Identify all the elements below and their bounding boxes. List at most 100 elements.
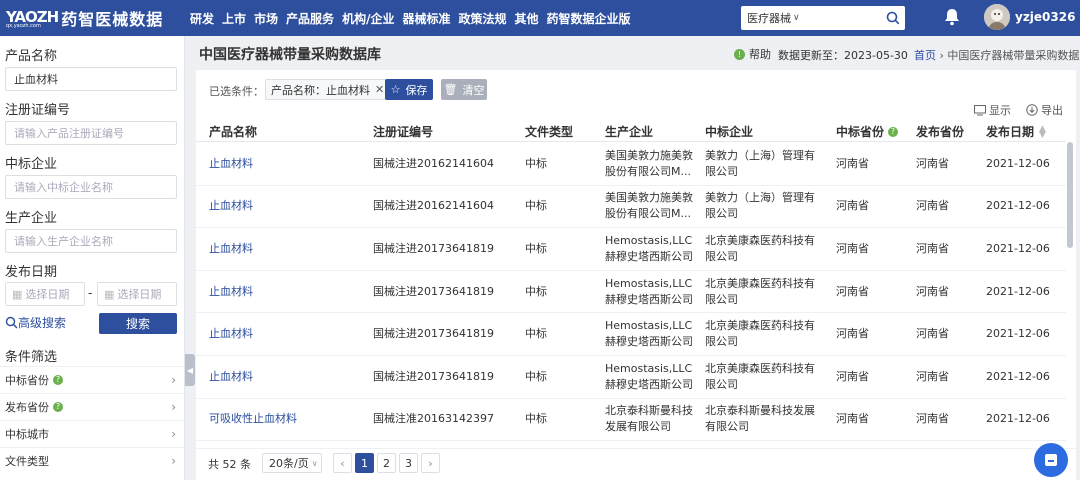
cell-date: 2021-12-06 <box>986 199 1050 213</box>
cell-maker: 美国美敦力施美敦股份有限公司M... <box>605 191 693 221</box>
nav-product-service[interactable]: 产品服务 <box>286 10 334 27</box>
product-name-label: 产品名称 <box>5 49 58 64</box>
date-end-placeholder: 选择日期 <box>117 288 162 301</box>
search-icon[interactable] <box>881 6 905 30</box>
cell-maker: Hemostasis,LLC 赫穆史塔西斯公司 <box>605 233 693 263</box>
cell-bid-province: 河南省 <box>836 199 869 213</box>
nav-market[interactable]: 市场 <box>254 10 278 27</box>
chevron-right-icon: › <box>171 372 176 387</box>
help-label: 帮助 <box>749 48 771 61</box>
next-page-button[interactable]: › <box>421 453 440 473</box>
scrollbar-thumb[interactable] <box>1067 142 1073 248</box>
chat-button[interactable] <box>1034 443 1068 477</box>
cell-file-type: 中标 <box>525 369 547 383</box>
table-row[interactable]: 止血材料 国械注进20173641819 中标 Hemostasis,LLC 赫穆史塔… <box>196 313 1066 356</box>
cell-reg-no: 国械注进20173641819 <box>373 327 494 341</box>
global-search[interactable]: 医疗器械 ∨ <box>741 6 905 30</box>
cell-bid-province: 河南省 <box>836 369 869 383</box>
maker-input[interactable]: 请输入生产企业名称 <box>5 229 177 253</box>
cell-product[interactable]: 止血材料 <box>209 143 359 185</box>
chat-icon <box>1045 454 1057 466</box>
breadcrumb-home[interactable]: 首页 <box>914 49 936 62</box>
date-end-input[interactable]: ▦ 选择日期 <box>97 282 177 306</box>
page-size-select[interactable]: 20条/页 ∨ <box>262 453 322 473</box>
cell-product[interactable]: 可吸收性止血材料 <box>209 399 359 441</box>
help-icon[interactable]: ? <box>53 374 63 385</box>
col-header-maker: 生产企业 <box>605 125 654 139</box>
help-link[interactable]: ! 帮助 <box>734 46 771 62</box>
cell-product[interactable]: 止血材料 <box>209 356 359 398</box>
filter-file-type[interactable]: 文件类型 › <box>0 447 184 473</box>
nav-launch[interactable]: 上市 <box>222 10 246 27</box>
page-button[interactable]: 1 <box>355 453 374 473</box>
cell-file-type: 中标 <box>525 241 547 255</box>
col-header-winner: 中标企业 <box>705 125 754 139</box>
filter-bid-province[interactable]: 中标省份? › <box>0 366 184 392</box>
search-button[interactable]: 搜索 <box>99 313 177 334</box>
selected-conditions-label: 已选条件： <box>209 85 264 98</box>
page-size-label: 20条/页 <box>269 457 309 470</box>
bell-icon[interactable] <box>944 8 960 29</box>
col-header-publish-province: 发布省份 <box>916 125 965 139</box>
clear-button[interactable]: 🗑 清空 <box>441 79 487 100</box>
nav-other[interactable]: 其他 <box>514 10 538 27</box>
page-button[interactable]: 3 <box>399 453 418 473</box>
export-icon <box>1026 104 1038 116</box>
user-menu[interactable]: yzje0326 ▾ <box>984 4 1080 30</box>
nav-institution[interactable]: 机构/企业 <box>342 10 394 27</box>
maker-label: 生产企业 <box>5 211 58 226</box>
date-start-input[interactable]: ▦ 选择日期 <box>5 282 85 306</box>
pagination-bar: 共 52 条 20条/页 ∨ ‹ 1 2 3 › <box>196 448 1076 480</box>
advanced-search-link[interactable]: 高级搜索 <box>5 314 66 331</box>
cell-product[interactable]: 止血材料 <box>209 313 359 355</box>
table-row[interactable]: 止血材料 国械注进20162141604 中标 美国美敦力施美敦股份有限公司M... 美… <box>196 143 1066 186</box>
nav-device-standard[interactable]: 器械标准 <box>402 10 450 27</box>
table-row[interactable]: 止血材料 国械注进20173641819 中标 Hemostasis,LLC 赫穆史塔… <box>196 271 1066 314</box>
help-icon[interactable]: ? <box>53 401 63 412</box>
table-row[interactable]: 可吸收性止血材料 国械注准20163142397 中标 北京泰科斯曼科技发展有限公司北… <box>196 399 1066 442</box>
cell-reg-no: 国械注进20173641819 <box>373 241 494 255</box>
export-label: 导出 <box>1041 104 1063 117</box>
page-button[interactable]: 2 <box>377 453 396 473</box>
table-row[interactable]: 止血材料 国械注进20173641819 中标 Hemostasis,LLC 赫穆史塔… <box>196 356 1066 399</box>
cell-product[interactable]: 止血材料 <box>209 271 359 313</box>
sidebar-collapse-handle[interactable]: ◀ <box>185 354 195 386</box>
cell-winner: 美敦力（上海）管理有限公司 <box>705 148 815 178</box>
filter-label: 发布省份 <box>5 400 49 414</box>
product-name-input[interactable]: 止血材料 <box>5 67 177 91</box>
winner-input[interactable]: 请输入中标企业名称 <box>5 175 177 199</box>
help-icon[interactable]: ? <box>888 126 899 137</box>
username: yzje0326 <box>1015 10 1076 24</box>
chevron-down-icon: ∨ <box>311 458 318 468</box>
cell-product[interactable]: 止血材料 <box>209 186 359 228</box>
brand-name: 药智医械数据 <box>61 10 164 29</box>
sort-icon[interactable]: ▲ ▼ <box>1039 124 1046 139</box>
table-row[interactable]: 止血材料 国械注进20173641819 中标 Hemostasis,LLC 赫穆史塔… <box>196 228 1066 271</box>
filter-title: 条件筛选 <box>5 350 58 365</box>
display-label: 显示 <box>989 104 1011 117</box>
export-button[interactable]: 导出 <box>1026 102 1063 118</box>
nav-research[interactable]: 研发 <box>190 10 214 27</box>
cell-bid-province: 河南省 <box>836 284 869 298</box>
chevron-left-icon: ◀ <box>186 365 194 375</box>
cell-product[interactable]: 止血材料 <box>209 228 359 270</box>
save-button[interactable]: ☆ 保存 <box>385 79 433 100</box>
col-header-date[interactable]: 发布日期 ▲ ▼ <box>986 123 1046 140</box>
cell-file-type: 中标 <box>525 199 547 213</box>
search-category-select[interactable]: 医疗器械 ∨ <box>741 10 881 26</box>
winner-label: 中标企业 <box>5 157 58 172</box>
nav-enterprise[interactable]: 药智数据企业版 <box>547 10 631 27</box>
display-button[interactable]: 显示 <box>974 102 1011 118</box>
filter-label: 中标省份 <box>5 373 49 387</box>
chevron-right-icon: › <box>171 399 176 414</box>
table-row[interactable]: 止血材料 国械注进20162141604 中标 美国美敦力施美敦股份有限公司M... 美… <box>196 186 1066 229</box>
reg-no-input[interactable]: 请输入产品注册证编号 <box>5 121 177 145</box>
close-icon[interactable]: ✕ <box>375 83 384 96</box>
nav-policy[interactable]: 政策法规 <box>458 10 506 27</box>
logo[interactable]: YAOZH qx.yaozh.com 药智医械数据 <box>0 6 190 30</box>
filter-bid-city[interactable]: 中标城市 › <box>0 420 184 446</box>
table-scrollbar[interactable] <box>1066 142 1073 442</box>
cell-publish-province: 河南省 <box>916 199 949 213</box>
prev-page-button[interactable]: ‹ <box>333 453 352 473</box>
filter-publish-province[interactable]: 发布省份? › <box>0 393 184 419</box>
